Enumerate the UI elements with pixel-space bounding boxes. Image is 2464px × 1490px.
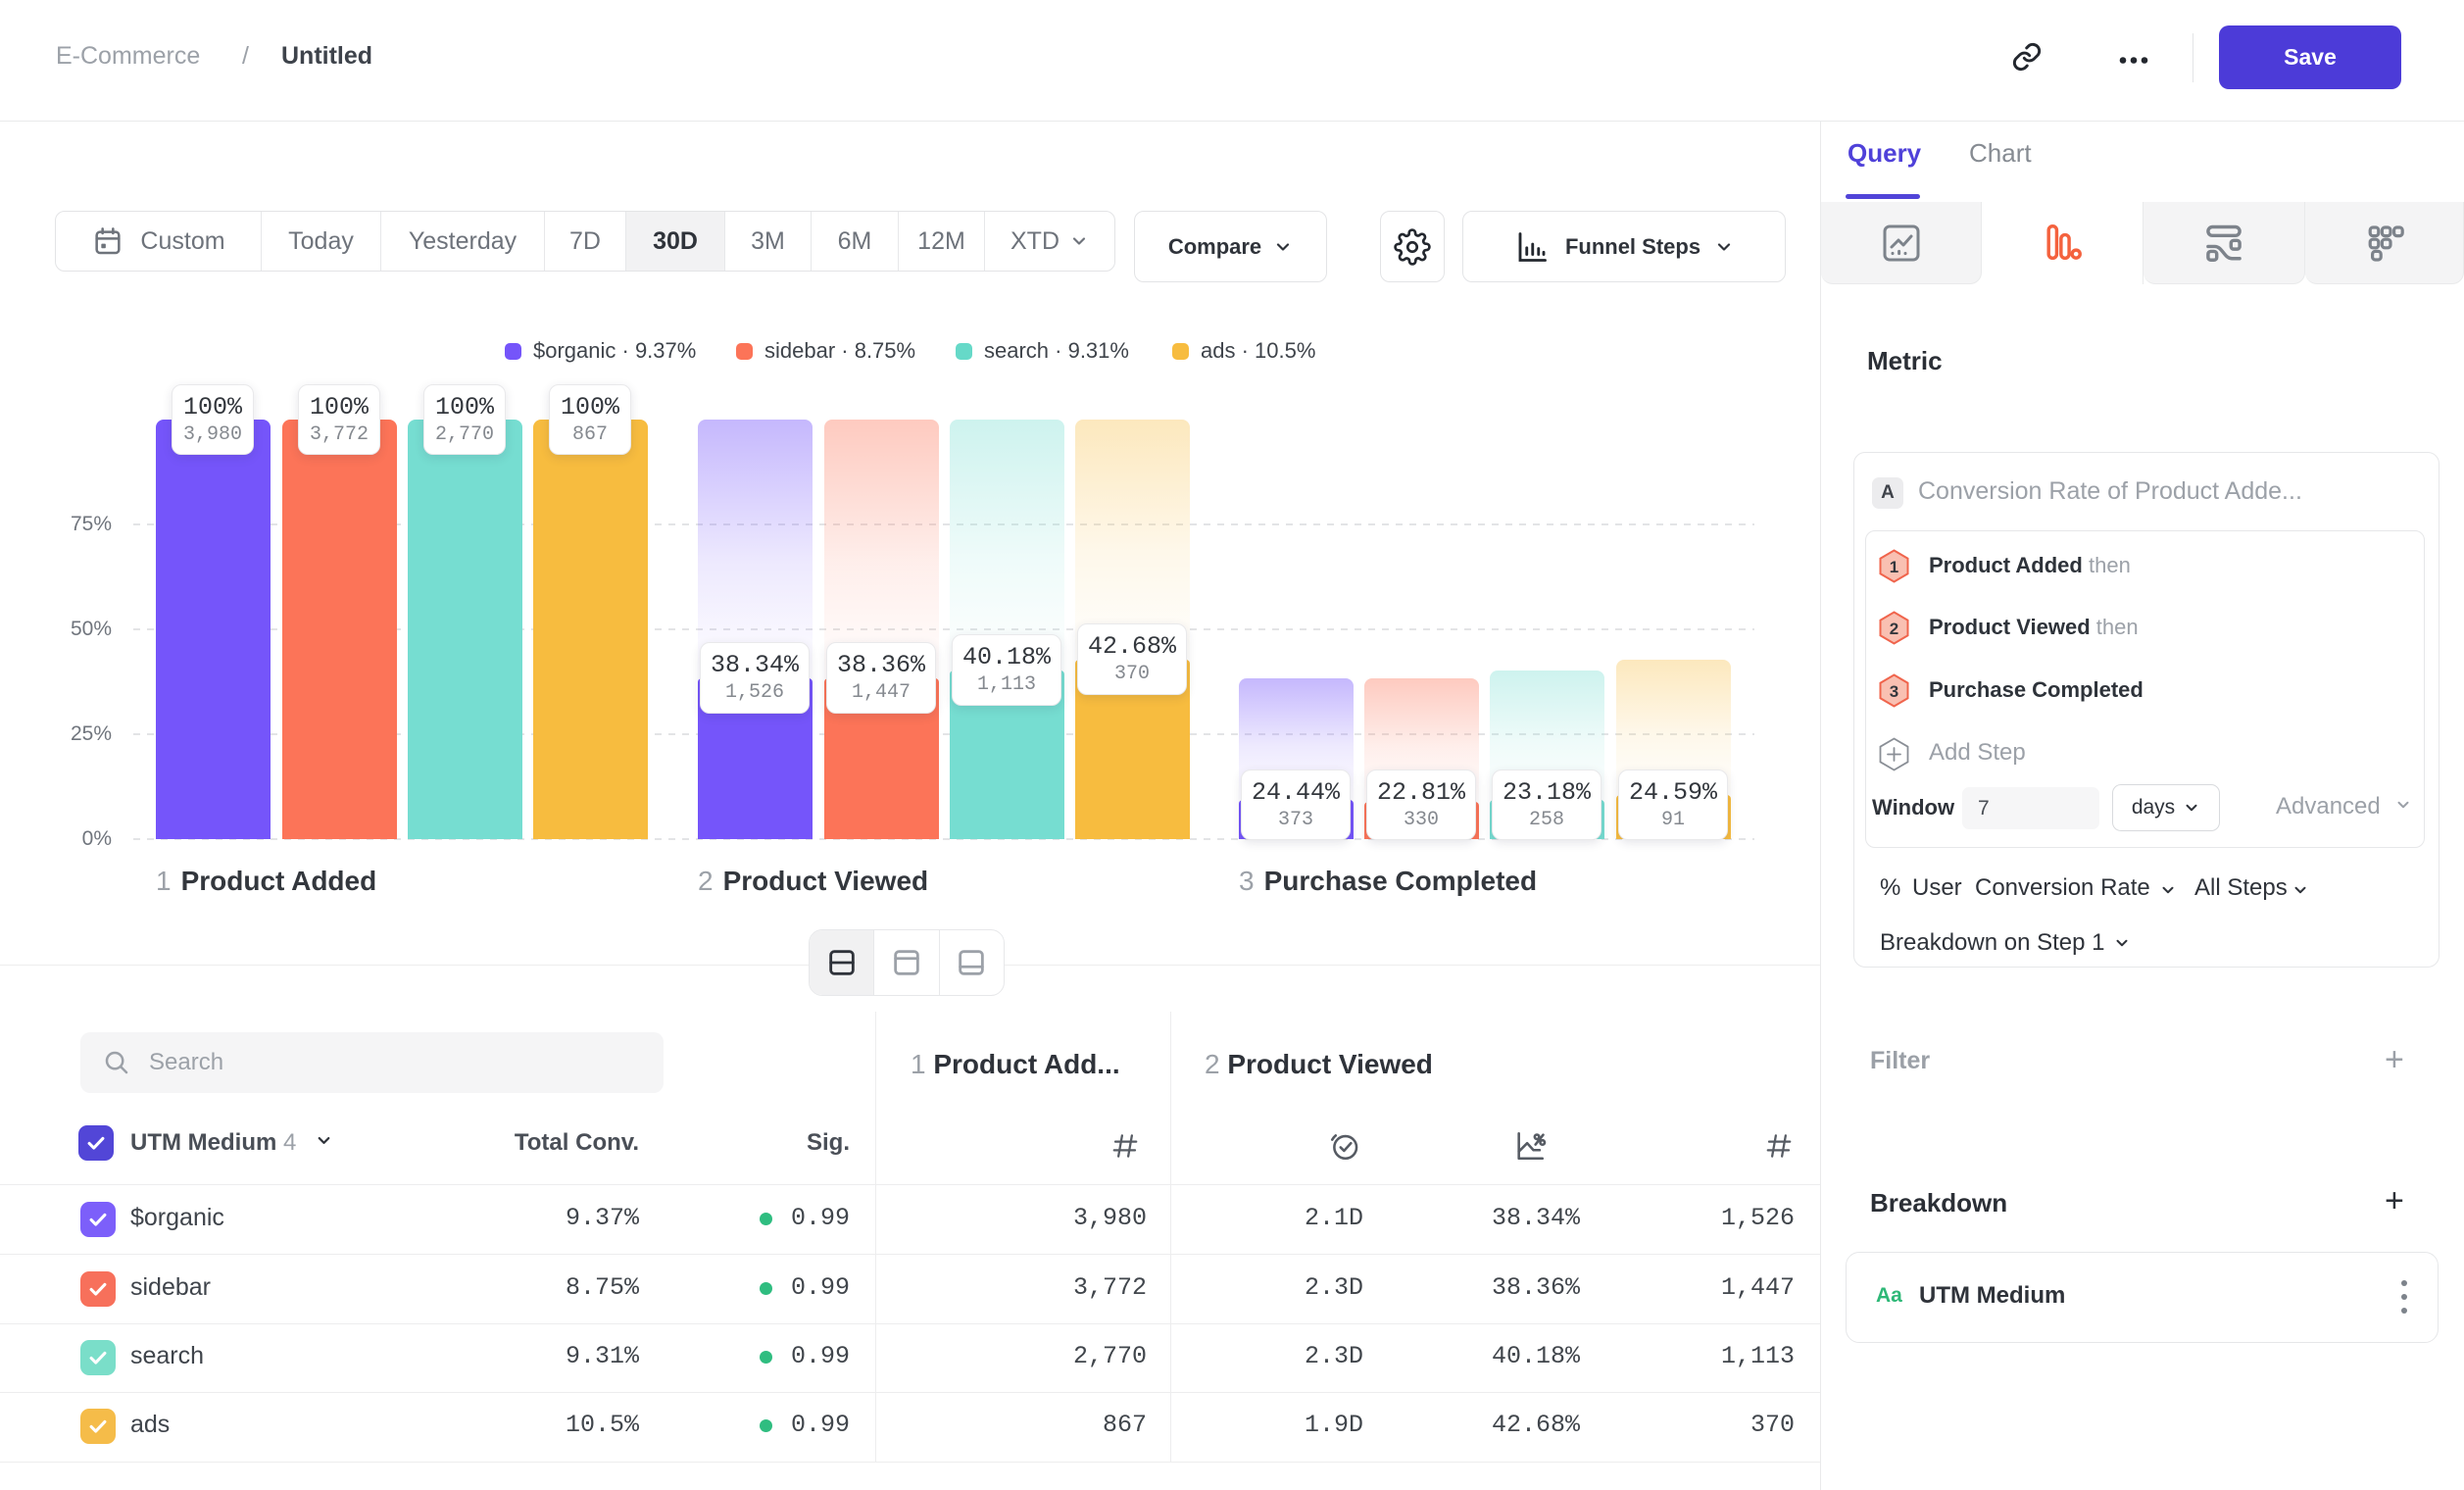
svg-text:2: 2 [1890,620,1898,638]
svg-text:1: 1 [1890,558,1898,576]
svg-text:3: 3 [1890,682,1898,701]
